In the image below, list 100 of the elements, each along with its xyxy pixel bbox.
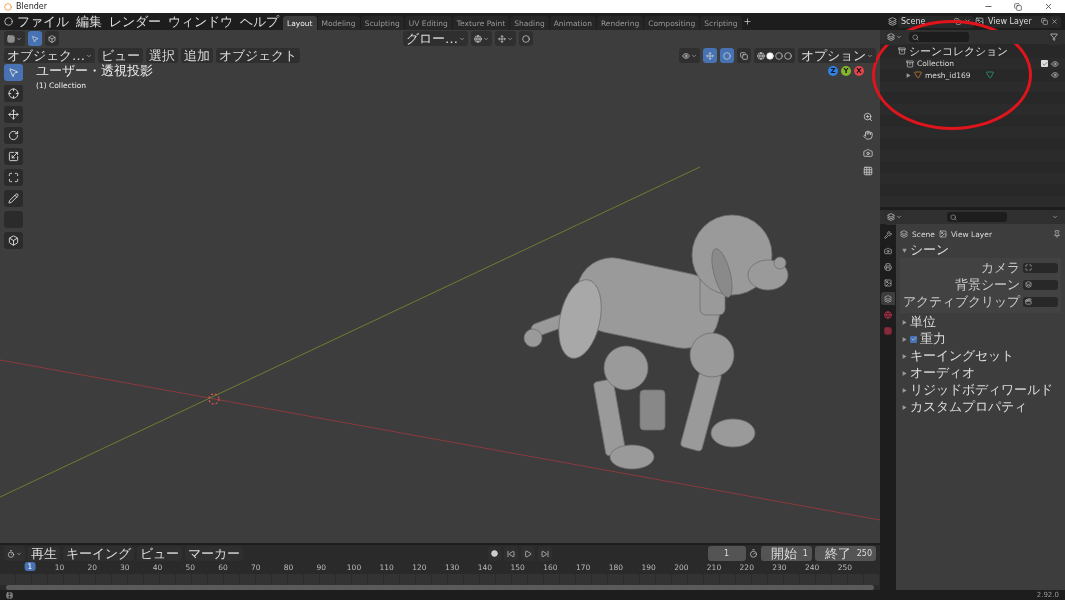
- proportional-edit-button[interactable]: [519, 31, 533, 46]
- timeline-menu-item[interactable]: 再生: [28, 546, 60, 561]
- gizmo-button[interactable]: [703, 48, 717, 63]
- disclosure-triangle-icon[interactable]: [902, 387, 907, 393]
- chevron-down-icon: [86, 52, 92, 59]
- editor-type-button[interactable]: [4, 546, 25, 561]
- zoom-button[interactable]: [861, 110, 874, 123]
- box-icon: [48, 34, 56, 43]
- snap-dropdown[interactable]: [495, 31, 516, 46]
- timeline-menu-item[interactable]: ビュー: [137, 546, 182, 561]
- filter-icon: [1050, 33, 1058, 41]
- world-tab[interactable]: [881, 308, 895, 321]
- tool-button[interactable]: [4, 148, 23, 165]
- tool-button[interactable]: [4, 169, 23, 186]
- options-dropdown[interactable]: オプション: [798, 48, 876, 63]
- pan-button[interactable]: [861, 128, 874, 141]
- pencil-icon: [8, 193, 19, 204]
- mode-dropdown[interactable]: オブジェク…: [4, 48, 95, 63]
- xray-button[interactable]: [737, 48, 751, 63]
- view-menu-item[interactable]: 選択: [146, 48, 178, 63]
- scene-tab[interactable]: [881, 292, 895, 305]
- menu-item[interactable]: ウィンドウ: [165, 12, 236, 31]
- move-icon: [8, 109, 19, 120]
- panel-header[interactable]: シーン: [900, 242, 1061, 258]
- mesh-object-icon: [914, 71, 922, 80]
- visibility-button[interactable]: [679, 48, 700, 63]
- tool-button[interactable]: [4, 85, 23, 102]
- record-button[interactable]: [487, 546, 501, 561]
- disclosure-triangle-icon[interactable]: [902, 353, 907, 359]
- tool-button[interactable]: [4, 106, 23, 123]
- scene-icon[interactable]: [888, 17, 897, 26]
- input-field[interactable]: [1023, 296, 1058, 307]
- tool-button[interactable]: [4, 64, 23, 81]
- checkbox[interactable]: [1041, 60, 1048, 68]
- output-tab[interactable]: [881, 260, 895, 273]
- menu-item[interactable]: 編集: [73, 12, 105, 31]
- disclosure-triangle-icon[interactable]: [902, 404, 907, 410]
- shading-buttons[interactable]: [754, 48, 795, 63]
- disclosure-triangle-icon[interactable]: [906, 72, 911, 78]
- search-icon: [950, 213, 957, 221]
- skip-forward-icon: [540, 549, 549, 558]
- add-icon[interactable]: [742, 17, 752, 26]
- jump-end-button[interactable]: [537, 546, 552, 561]
- checkbox[interactable]: [910, 335, 917, 343]
- start-frame-field[interactable]: 開始 1: [760, 546, 812, 561]
- input-field[interactable]: [1023, 279, 1058, 290]
- input-field[interactable]: [1023, 262, 1058, 273]
- camera-icon: [862, 147, 873, 158]
- chevron-down-icon: [16, 550, 22, 557]
- menu-item[interactable]: レンダー: [106, 12, 164, 31]
- record-icon: [490, 550, 498, 557]
- view-menu-item[interactable]: オブジェクト: [216, 48, 300, 63]
- pin-icon[interactable]: [1053, 230, 1061, 238]
- view-menu-item[interactable]: 追加: [181, 48, 213, 63]
- view-menu-item[interactable]: ビュー: [98, 48, 143, 63]
- timeline-menu-item[interactable]: キーイング: [63, 546, 134, 561]
- 3d-cursor-icon[interactable]: [208, 393, 220, 405]
- menu-item[interactable]: ファイル: [14, 12, 72, 31]
- visibility-eye-icon[interactable]: [1051, 59, 1059, 68]
- view-layer-icon[interactable]: [975, 17, 984, 26]
- pivot-dropdown[interactable]: [471, 31, 492, 46]
- tool-button[interactable]: [4, 127, 23, 144]
- play-button[interactable]: [520, 546, 535, 561]
- selection-mode-button[interactable]: [45, 31, 59, 46]
- transform-orientation-dropdown[interactable]: グロー…: [403, 31, 468, 46]
- chevron-down-icon: [867, 52, 873, 59]
- menu-item[interactable]: ヘルプ: [237, 12, 282, 31]
- stopwatch-icon[interactable]: [748, 549, 758, 558]
- disclosure-triangle-icon[interactable]: [902, 336, 907, 342]
- disclosure-triangle-icon[interactable]: [902, 319, 907, 325]
- overlay-button[interactable]: [720, 48, 734, 63]
- collection-icon: [906, 59, 914, 68]
- overlay-icon: [723, 51, 731, 60]
- skip-back-icon: [506, 549, 515, 558]
- tool-button[interactable]: [4, 232, 23, 249]
- scene-icon: [884, 294, 892, 303]
- solid-shading-icon: [766, 51, 774, 60]
- outliner-item[interactable]: シーンコレクション: [909, 43, 1008, 59]
- visibility-eye-icon[interactable]: [1051, 71, 1059, 80]
- view-layer-selector[interactable]: View Layer: [985, 15, 1061, 28]
- view-layer-tab[interactable]: [881, 276, 895, 289]
- tool-tab[interactable]: [881, 228, 895, 241]
- clip-icon: [1025, 298, 1032, 305]
- end-frame-field[interactable]: 終了 250: [814, 546, 876, 561]
- timeline-menu-item[interactable]: マーカー: [185, 546, 243, 561]
- tool-button[interactable]: [4, 190, 23, 207]
- close-icon: [1043, 2, 1053, 11]
- editor-type-button[interactable]: [4, 31, 25, 46]
- jump-start-button[interactable]: [503, 546, 518, 561]
- current-frame-field[interactable]: 1: [707, 546, 746, 561]
- camera-button[interactable]: [861, 146, 874, 159]
- search-field[interactable]: [947, 212, 1007, 222]
- copy-icon: [954, 18, 961, 25]
- check-icon: [910, 336, 917, 342]
- search-field[interactable]: [909, 32, 969, 42]
- disclosure-triangle-icon[interactable]: [902, 370, 907, 376]
- disclosure-triangle-icon[interactable]: [902, 247, 907, 253]
- editor-icon: [887, 213, 895, 221]
- select-tool-button[interactable]: [28, 31, 42, 46]
- eye-icon: [682, 51, 690, 60]
